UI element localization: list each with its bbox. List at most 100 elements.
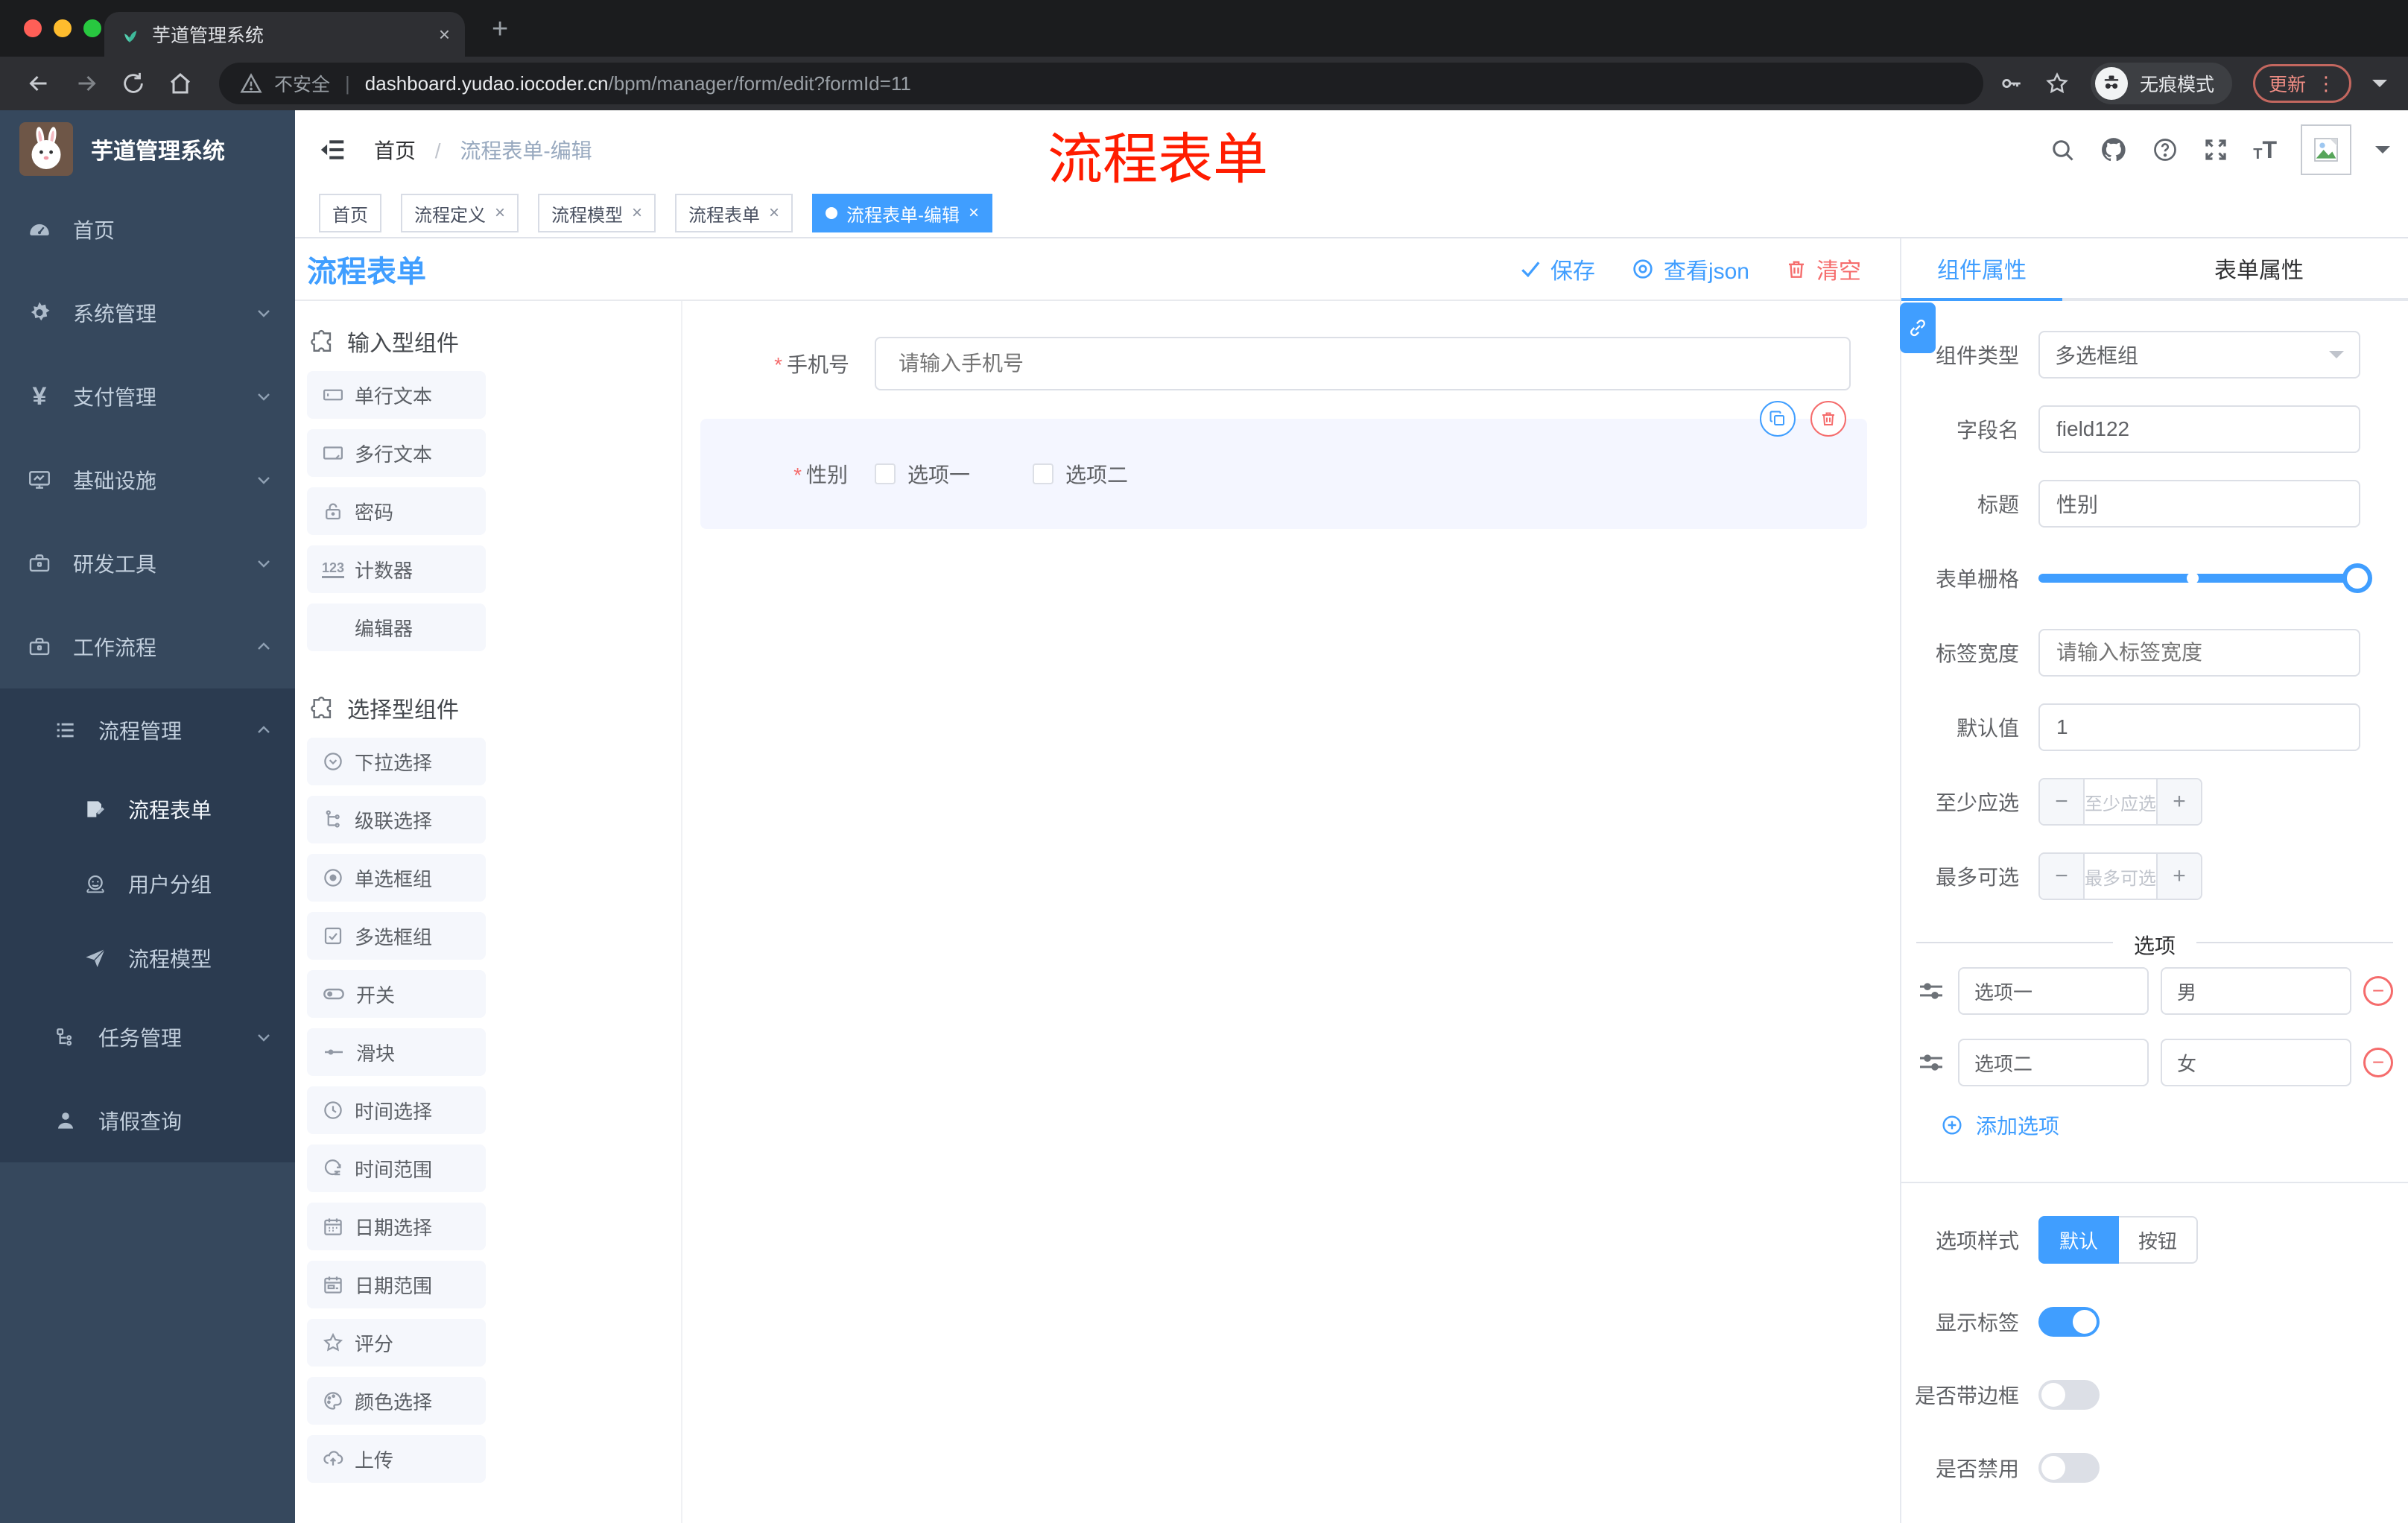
copy-component-button[interactable] xyxy=(1760,401,1796,437)
chevron-down-icon[interactable] xyxy=(2372,80,2387,95)
component-chip-time-range[interactable]: 时间范围 xyxy=(307,1144,486,1192)
sidebar-item-process-form[interactable]: 流程表单 xyxy=(0,772,295,846)
option-label-input[interactable] xyxy=(1958,967,2149,1015)
component-chip-counter[interactable]: 123 计数器 xyxy=(307,545,486,593)
sidebar-item-devtools[interactable]: 研发工具 xyxy=(0,522,295,605)
address-bar[interactable]: 不安全 | dashboard.yudao.iocoder.cn/bpm/man… xyxy=(219,63,1983,104)
field-name-input[interactable] xyxy=(2038,405,2360,453)
option-value-input[interactable] xyxy=(2161,1039,2351,1086)
tag-home[interactable]: 首页 xyxy=(319,194,381,232)
github-icon[interactable] xyxy=(2100,136,2128,164)
sidebar-item-system[interactable]: 系统管理 xyxy=(0,271,295,355)
remove-option-button[interactable]: − xyxy=(2363,976,2393,1006)
component-type-select[interactable]: 多选框组 xyxy=(2038,331,2360,379)
tag-close-icon[interactable]: × xyxy=(769,203,779,224)
view-json-button[interactable]: 查看json xyxy=(1631,253,1749,285)
update-button[interactable]: 更新 ⋮ xyxy=(2252,64,2351,103)
stepper-minus-button[interactable]: − xyxy=(2040,779,2085,824)
browser-menu-icon[interactable]: ⋮ xyxy=(2316,72,2336,95)
component-chip-cascader[interactable]: 级联选择 xyxy=(307,796,486,843)
component-chip-editor[interactable]: 编辑器 xyxy=(307,604,486,651)
component-chip-date-range[interactable]: 日期范围 xyxy=(307,1261,486,1308)
tag-process-definition[interactable]: 流程定义 × xyxy=(401,194,519,232)
tab-component-props[interactable]: 组件属性 xyxy=(1901,238,2062,298)
stepper-plus-button[interactable]: + xyxy=(2156,779,2201,824)
label-width-input[interactable] xyxy=(2038,629,2360,677)
default-value-input[interactable] xyxy=(2038,703,2360,751)
drag-handle-icon[interactable] xyxy=(1916,1048,1946,1077)
style-default-button[interactable]: 默认 xyxy=(2038,1216,2119,1264)
drag-handle-icon[interactable] xyxy=(1916,976,1946,1006)
tag-close-icon[interactable]: × xyxy=(632,203,642,224)
bookmark-star-icon[interactable] xyxy=(2044,71,2070,96)
title-input[interactable] xyxy=(2038,480,2360,528)
remove-option-button[interactable]: − xyxy=(2363,1048,2393,1077)
max-select-value[interactable]: 最多可选 xyxy=(2085,854,2156,899)
sidebar-item-process-model[interactable]: 流程模型 xyxy=(0,921,295,995)
window-maximize-button[interactable] xyxy=(83,19,101,37)
component-chip-upload[interactable]: 上传 xyxy=(307,1435,486,1483)
component-chip-radio-group[interactable]: 单选框组 xyxy=(307,854,486,902)
component-chip-switch[interactable]: 开关 xyxy=(307,970,486,1018)
slider-track[interactable] xyxy=(2038,574,2360,583)
back-icon[interactable] xyxy=(25,70,52,97)
window-close-button[interactable] xyxy=(24,19,42,37)
sidebar-item-home[interactable]: 首页 xyxy=(0,188,295,271)
option-value-input[interactable] xyxy=(2161,967,2351,1015)
border-toggle[interactable] xyxy=(2038,1380,2100,1410)
save-button[interactable]: 保存 xyxy=(1519,253,1595,285)
clear-button[interactable]: 清空 xyxy=(1785,253,1861,285)
component-chip-checkbox-group[interactable]: 多选框组 xyxy=(307,912,486,960)
tag-process-form[interactable]: 流程表单 × xyxy=(675,194,793,232)
browser-tab[interactable]: 芋道管理系统 × xyxy=(104,12,465,57)
tab-close-icon[interactable]: × xyxy=(439,23,450,46)
tab-form-props[interactable]: 表单属性 xyxy=(2177,238,2341,298)
disabled-toggle[interactable] xyxy=(2038,1453,2100,1483)
checkbox[interactable] xyxy=(1033,463,1054,484)
component-chip-multiline-text[interactable]: 多行文本 xyxy=(307,429,486,477)
phone-input[interactable] xyxy=(875,337,1851,390)
component-chip-rate[interactable]: 评分 xyxy=(307,1319,486,1367)
phone-field-row[interactable]: * 手机号 xyxy=(682,337,1851,390)
tag-process-form-edit[interactable]: 流程表单-编辑 × xyxy=(812,194,993,232)
sidebar-item-infra[interactable]: 基础设施 xyxy=(0,438,295,522)
home-icon[interactable] xyxy=(167,70,194,97)
password-key-icon[interactable] xyxy=(1998,71,2024,96)
sidebar-item-payment[interactable]: ¥ 支付管理 xyxy=(0,355,295,438)
min-select-value[interactable]: 至少应选 xyxy=(2085,779,2156,824)
sidebar-item-leave-query[interactable]: 请假查询 xyxy=(0,1079,295,1162)
slider-handle[interactable] xyxy=(2342,563,2372,593)
avatar-caret-icon[interactable] xyxy=(2375,146,2390,161)
fullscreen-icon[interactable] xyxy=(2202,136,2229,163)
not-secure-warning-icon[interactable] xyxy=(240,72,262,95)
component-chip-color-picker[interactable]: 颜色选择 xyxy=(307,1377,486,1425)
breadcrumb-home[interactable]: 首页 xyxy=(374,139,416,162)
help-icon[interactable] xyxy=(2152,136,2179,163)
add-option-button[interactable]: 添加选项 xyxy=(1940,1110,2408,1140)
delete-component-button[interactable] xyxy=(1810,401,1846,437)
sidebar-item-user-group[interactable]: 用户分组 xyxy=(0,846,295,921)
sidebar-item-workflow[interactable]: 工作流程 xyxy=(0,605,295,688)
search-icon[interactable] xyxy=(2049,136,2076,163)
component-chip-single-text[interactable]: 单行文本 xyxy=(307,371,486,419)
selected-component-gender[interactable]: * 性别 选项一 选项二 xyxy=(700,401,1867,529)
reload-icon[interactable] xyxy=(121,71,146,96)
stepper-minus-button[interactable]: − xyxy=(2040,854,2085,899)
component-chip-date-picker[interactable]: 日期选择 xyxy=(307,1203,486,1250)
link-tab-button[interactable] xyxy=(1900,303,1936,353)
gender-option-1[interactable]: 选项一 xyxy=(875,459,970,489)
checkbox[interactable] xyxy=(875,463,896,484)
stepper-plus-button[interactable]: + xyxy=(2156,854,2201,899)
style-button-button[interactable]: 按钮 xyxy=(2119,1216,2198,1264)
forward-icon[interactable] xyxy=(73,70,100,97)
form-grid-slider[interactable] xyxy=(2038,554,2372,602)
font-size-icon[interactable]: TT xyxy=(2253,138,2277,162)
component-chip-time-picker[interactable]: 时间选择 xyxy=(307,1086,486,1134)
tag-process-model[interactable]: 流程模型 × xyxy=(538,194,656,232)
show-label-toggle[interactable] xyxy=(2038,1307,2100,1337)
component-chip-slider[interactable]: 滑块 xyxy=(307,1028,486,1076)
component-chip-select[interactable]: 下拉选择 xyxy=(307,738,486,785)
sidebar-collapse-icon[interactable] xyxy=(319,136,347,164)
option-label-input[interactable] xyxy=(1958,1039,2149,1086)
component-chip-password[interactable]: 密码 xyxy=(307,487,486,535)
